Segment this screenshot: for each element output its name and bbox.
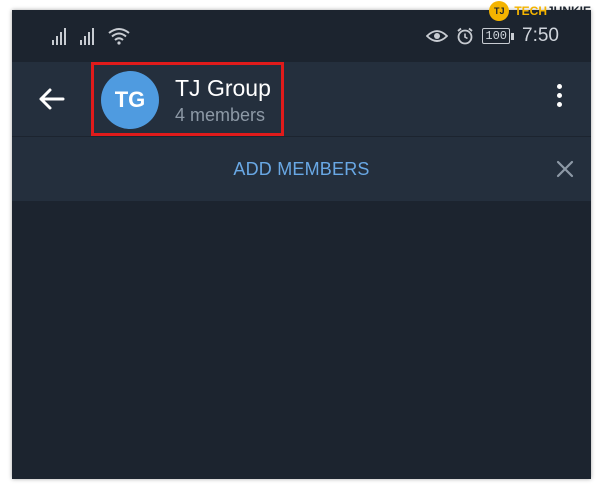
status-right: 100 7:50: [426, 25, 559, 47]
member-count: 4 members: [175, 105, 266, 125]
add-members-bar: ADD MEMBERS: [12, 137, 591, 201]
close-icon[interactable]: [555, 159, 575, 179]
status-left: [52, 27, 130, 45]
wifi-icon: [108, 28, 130, 45]
chat-area: [12, 201, 591, 479]
alarm-icon: [457, 27, 473, 45]
logo-junkie: JUNKIE: [546, 4, 591, 18]
eye-icon: [426, 30, 449, 42]
cell-signal-2-icon: [80, 28, 94, 45]
avatar-initials: TG: [114, 87, 146, 112]
techjunkie-logo: TJ TECHJUNKIE: [489, 0, 591, 22]
group-title[interactable]: TJ Group: [175, 75, 271, 102]
group-avatar[interactable]: TG: [101, 71, 159, 129]
cell-signal-icon: [52, 28, 66, 45]
add-members-button[interactable]: ADD MEMBERS: [12, 137, 591, 201]
more-options-icon[interactable]: [551, 84, 567, 112]
status-time: 7:50: [522, 25, 559, 46]
battery-icon: 100: [482, 28, 514, 44]
phone-screen: 100 7:50 TG TJ Group 4 members ADD MEMBE…: [12, 10, 591, 479]
logo-badge: TJ: [489, 1, 510, 21]
back-arrow-icon[interactable]: [36, 86, 66, 112]
chat-header: TG TJ Group 4 members: [12, 62, 591, 136]
logo-tech: TECH: [514, 4, 547, 18]
